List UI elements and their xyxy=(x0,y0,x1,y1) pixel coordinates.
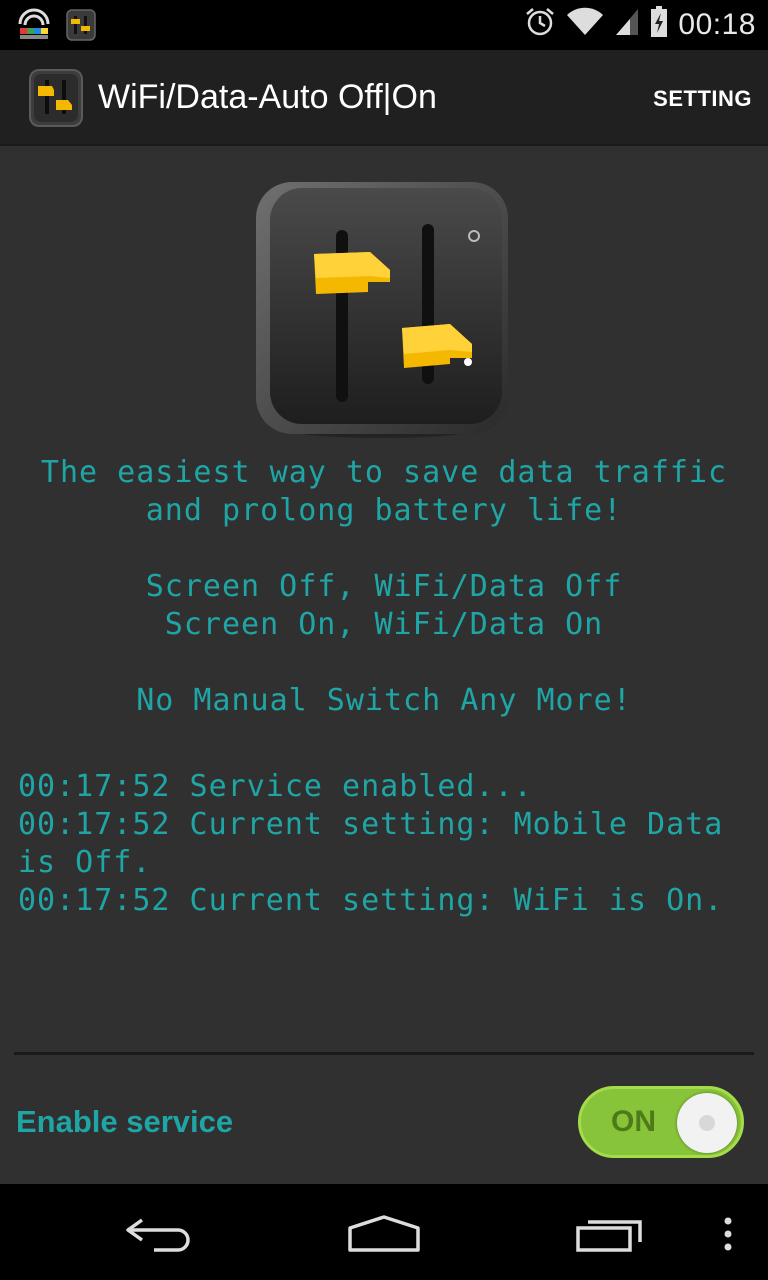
divider xyxy=(14,1052,754,1055)
tagline-savings-text: The easiest way to save data traffic and… xyxy=(40,455,728,528)
tagline-no-manual: No Manual Switch Any More! xyxy=(0,682,768,720)
recent-apps-icon[interactable] xyxy=(574,1214,646,1259)
log-entry: 00:17:52 Current setting: Mobile Data is… xyxy=(18,807,743,880)
tagline-savings: The easiest way to save data traffic and… xyxy=(0,454,768,530)
tagline-behavior: Screen Off, WiFi/Data Off Screen On, WiF… xyxy=(0,568,768,644)
log-entry: 00:17:52 Current setting: WiFi is On. xyxy=(18,883,724,918)
status-time: 00:18 xyxy=(678,7,756,41)
app-logo-icon[interactable] xyxy=(28,68,84,128)
home-icon[interactable] xyxy=(346,1214,422,1259)
enable-service-label: Enable service xyxy=(16,1104,234,1139)
app-notification-icon xyxy=(66,9,96,46)
service-log: 00:17:52 Service enabled... 00:17:52 Cur… xyxy=(18,768,758,920)
main-content: The easiest way to save data traffic and… xyxy=(0,148,768,1184)
enable-service-toggle[interactable]: ON xyxy=(578,1086,744,1158)
back-icon[interactable] xyxy=(124,1214,196,1259)
alarm-icon xyxy=(524,6,556,43)
toggle-state-label: ON xyxy=(611,1105,656,1138)
navigation-bar xyxy=(0,1184,768,1280)
app-hero-icon xyxy=(252,178,512,442)
toggle-knob[interactable] xyxy=(677,1093,737,1153)
battery-charging-icon xyxy=(650,6,668,43)
status-bar: 00:18 xyxy=(0,0,768,50)
app-title: WiFi/Data-Auto Off|On xyxy=(98,78,437,116)
tagline-no-manual-text: No Manual Switch Any More! xyxy=(136,683,632,718)
action-bar: WiFi/Data-Auto Off|On SETTING xyxy=(0,50,768,146)
wifi-signal-icon xyxy=(566,7,604,42)
overflow-menu-icon[interactable] xyxy=(722,1216,734,1257)
wifi-ap-icon xyxy=(16,8,52,47)
cell-signal-icon xyxy=(614,7,640,42)
tagline-behavior-text: Screen Off, WiFi/Data Off Screen On, WiF… xyxy=(145,569,623,642)
setting-button[interactable]: SETTING xyxy=(653,86,752,112)
log-entry: 00:17:52 Service enabled... xyxy=(18,769,533,804)
